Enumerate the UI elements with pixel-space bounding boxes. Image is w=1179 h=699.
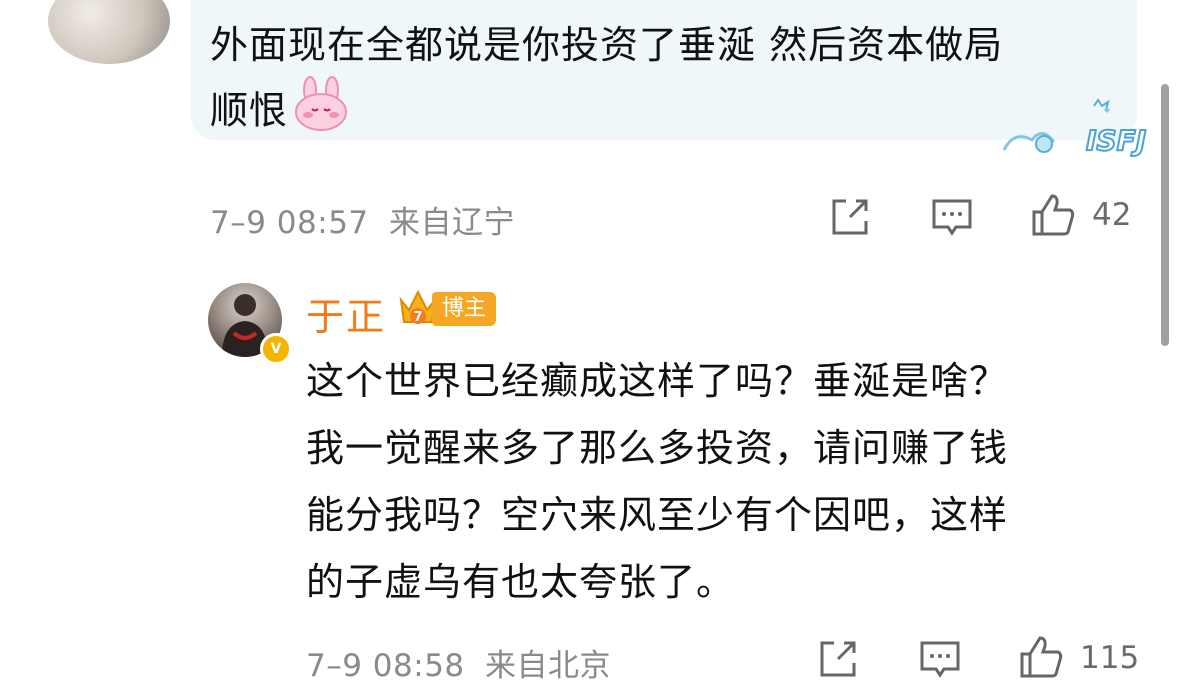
svg-text:ISFJ: ISFJ <box>1086 124 1146 157</box>
comment-icon[interactable] <box>930 195 974 239</box>
comment-text: 外面现在全都说是你投资了垂涎 然后资本做局 顺恨 <box>210 14 1130 150</box>
comment-icon[interactable] <box>918 637 962 681</box>
comment-line: 顺恨 <box>210 76 1130 150</box>
comment-line: 我一觉醒来多了那么多投资，请问赚了钱 <box>306 426 1009 470</box>
thumbs-up-icon[interactable] <box>1018 634 1063 678</box>
avatar[interactable] <box>48 0 170 64</box>
comment-line: 这个世界已经癫成这样了吗？垂涎是啥？ <box>306 359 1009 403</box>
comment-location: 来自北京 <box>485 648 611 684</box>
comment-meta: 7–9 08:57 来自辽宁 <box>210 197 515 242</box>
mbti-badge: ISFJ <box>994 96 1160 166</box>
comment-meta: 7–9 08:58 来自北京 <box>306 640 611 685</box>
verified-badge-icon: V <box>260 333 292 365</box>
comment-line: 外面现在全都说是你投资了垂涎 然后资本做局 <box>210 23 1004 67</box>
comment-date: 7–9 08:57 <box>210 205 369 241</box>
comment-location: 来自辽宁 <box>389 205 515 241</box>
thumbs-up-icon[interactable] <box>1030 192 1075 236</box>
username[interactable]: 于正 <box>306 286 386 341</box>
like-count: 42 <box>1092 197 1132 233</box>
comment-line: 能分我吗？空穴来风至少有个因吧，这样 <box>306 493 1009 537</box>
comment-line: 的子虚乌有也太夸张了。 <box>306 560 736 604</box>
comment-text: 这个世界已经癫成这样了吗？垂涎是啥？ 我一觉醒来多了那么多投资，请问赚了钱 能分… <box>306 348 1136 616</box>
svg-text:7: 7 <box>413 310 422 325</box>
scrollbar[interactable] <box>1161 84 1169 346</box>
author-tag: 博主 <box>432 292 497 326</box>
bunny-emoji-icon <box>292 76 350 150</box>
comment-date: 7–9 08:58 <box>306 648 465 684</box>
share-icon[interactable] <box>816 637 860 681</box>
like-count: 115 <box>1080 640 1140 676</box>
share-icon[interactable] <box>828 195 872 239</box>
